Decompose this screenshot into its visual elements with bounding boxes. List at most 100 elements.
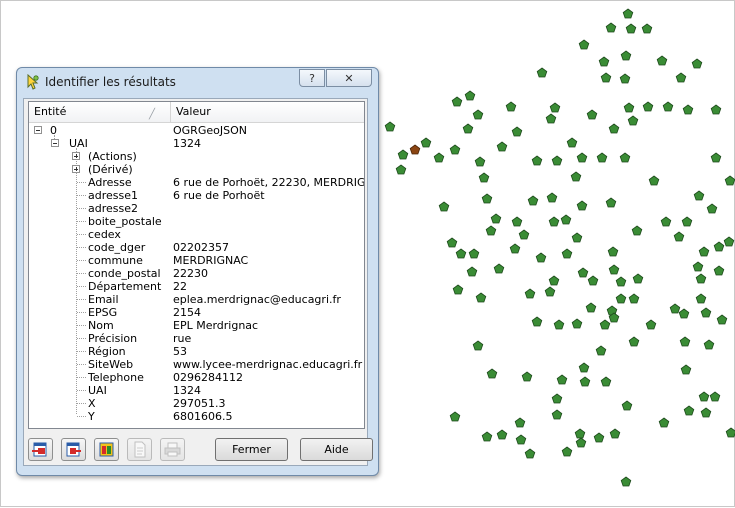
- map-point[interactable]: [578, 362, 590, 373]
- map-point[interactable]: [521, 371, 533, 382]
- map-point[interactable]: [449, 411, 461, 422]
- map-point[interactable]: [681, 216, 693, 227]
- map-point[interactable]: [623, 102, 635, 113]
- attribute-row[interactable]: Adresse 6 rue de Porhoët, 22230, MERDRIG…: [29, 176, 364, 189]
- map-point[interactable]: [397, 149, 409, 160]
- map-point[interactable]: [446, 237, 458, 248]
- collapse-tree-button[interactable]: [61, 438, 86, 461]
- map-point[interactable]: [571, 232, 583, 243]
- map-point[interactable]: [621, 400, 633, 411]
- tree-row-actions[interactable]: (Actions): [29, 150, 364, 163]
- attribute-row[interactable]: EPSG 2154: [29, 306, 364, 319]
- map-point[interactable]: [620, 50, 632, 61]
- map-point[interactable]: [524, 448, 536, 459]
- map-point[interactable]: [433, 152, 445, 163]
- map-point[interactable]: [706, 203, 718, 214]
- expand-tree-button[interactable]: [28, 438, 53, 461]
- map-point[interactable]: [586, 109, 598, 120]
- map-point[interactable]: [474, 156, 486, 167]
- map-point[interactable]: [549, 102, 561, 113]
- map-point[interactable]: [577, 267, 589, 278]
- map-point[interactable]: [595, 345, 607, 356]
- map-point[interactable]: [511, 216, 523, 227]
- map-point[interactable]: [578, 39, 590, 50]
- dialog-titlebar[interactable]: Identifier les résultats ? ✕: [17, 68, 378, 96]
- copy-button[interactable]: [127, 438, 152, 461]
- map-point[interactable]: [609, 428, 621, 439]
- map-point[interactable]: [475, 292, 487, 303]
- map-point[interactable]: [485, 225, 497, 236]
- attribute-row[interactable]: Telephone 0296284112: [29, 371, 364, 384]
- map-point[interactable]: [561, 248, 573, 259]
- map-point[interactable]: [527, 195, 539, 206]
- map-point[interactable]: [615, 293, 627, 304]
- map-point[interactable]: [548, 275, 560, 286]
- map-point[interactable]: [709, 391, 721, 402]
- map-point[interactable]: [662, 101, 674, 112]
- map-point[interactable]: [615, 276, 627, 287]
- map-point[interactable]: [695, 293, 707, 304]
- collapse-icon[interactable]: [51, 139, 59, 147]
- map-point[interactable]: [622, 8, 634, 19]
- map-point[interactable]: [596, 152, 608, 163]
- map-point[interactable]: [656, 55, 668, 66]
- map-point[interactable]: [698, 246, 710, 257]
- expand-icon[interactable]: [72, 152, 80, 160]
- attribute-row[interactable]: UAI 1324: [29, 384, 364, 397]
- map-point[interactable]: [455, 248, 467, 259]
- results-tree[interactable]: Entité ╱ Valeur 0 OGRGeoJSON UAI 1324 (A…: [28, 101, 365, 429]
- map-point[interactable]: [700, 407, 712, 418]
- map-point[interactable]: [673, 231, 685, 242]
- map-point[interactable]: [496, 429, 508, 440]
- map-point[interactable]: [593, 432, 605, 443]
- map-point[interactable]: [511, 126, 523, 137]
- map-point[interactable]: [575, 437, 587, 448]
- map-point[interactable]: [600, 376, 612, 387]
- attribute-row[interactable]: X 297051.3: [29, 397, 364, 410]
- map-point[interactable]: [631, 225, 643, 236]
- map-point[interactable]: [683, 405, 695, 416]
- map-point[interactable]: [556, 374, 568, 385]
- map-point[interactable]: [545, 113, 557, 124]
- print-button[interactable]: [160, 438, 185, 461]
- map-point[interactable]: [486, 368, 498, 379]
- column-header-value[interactable]: Valeur: [171, 102, 364, 122]
- map-point[interactable]: [472, 109, 484, 120]
- map-point[interactable]: [725, 427, 735, 438]
- map-point[interactable]: [551, 393, 563, 404]
- attribute-row[interactable]: Y 6801606.5: [29, 410, 364, 423]
- map-point[interactable]: [645, 319, 657, 330]
- map-point[interactable]: [544, 286, 556, 297]
- map-point[interactable]: [605, 197, 617, 208]
- attribute-row[interactable]: SiteWeb www.lycee-merdrignac.educagri.fr: [29, 358, 364, 371]
- attribute-row[interactable]: Email eplea.merdrignac@educagri.fr: [29, 293, 364, 306]
- map-point[interactable]: [585, 302, 597, 313]
- map-point[interactable]: [384, 121, 396, 132]
- map-point[interactable]: [478, 172, 490, 183]
- map-point[interactable]: [531, 155, 543, 166]
- map-point[interactable]: [576, 152, 588, 163]
- map-point[interactable]: [514, 417, 526, 428]
- map-point-selected[interactable]: [409, 144, 421, 155]
- attribute-row[interactable]: cedex: [29, 228, 364, 241]
- map-point[interactable]: [496, 141, 508, 152]
- map-point[interactable]: [472, 340, 484, 351]
- expand-icon[interactable]: [72, 165, 80, 173]
- map-point[interactable]: [628, 336, 640, 347]
- map-point[interactable]: [693, 190, 705, 201]
- attribute-row[interactable]: Nom EPL Merdrignac: [29, 319, 364, 332]
- map-point[interactable]: [724, 175, 735, 186]
- map-point[interactable]: [710, 104, 722, 115]
- map-point[interactable]: [536, 67, 548, 78]
- close-button[interactable]: Fermer: [215, 438, 288, 461]
- map-point[interactable]: [692, 261, 704, 272]
- map-point[interactable]: [464, 90, 476, 101]
- map-point[interactable]: [587, 275, 599, 286]
- map-point[interactable]: [627, 115, 639, 126]
- map-point[interactable]: [493, 263, 505, 274]
- map-point[interactable]: [481, 193, 493, 204]
- map-point[interactable]: [680, 364, 692, 375]
- map-point[interactable]: [546, 192, 558, 203]
- map-point[interactable]: [553, 319, 565, 330]
- map-point[interactable]: [710, 152, 722, 163]
